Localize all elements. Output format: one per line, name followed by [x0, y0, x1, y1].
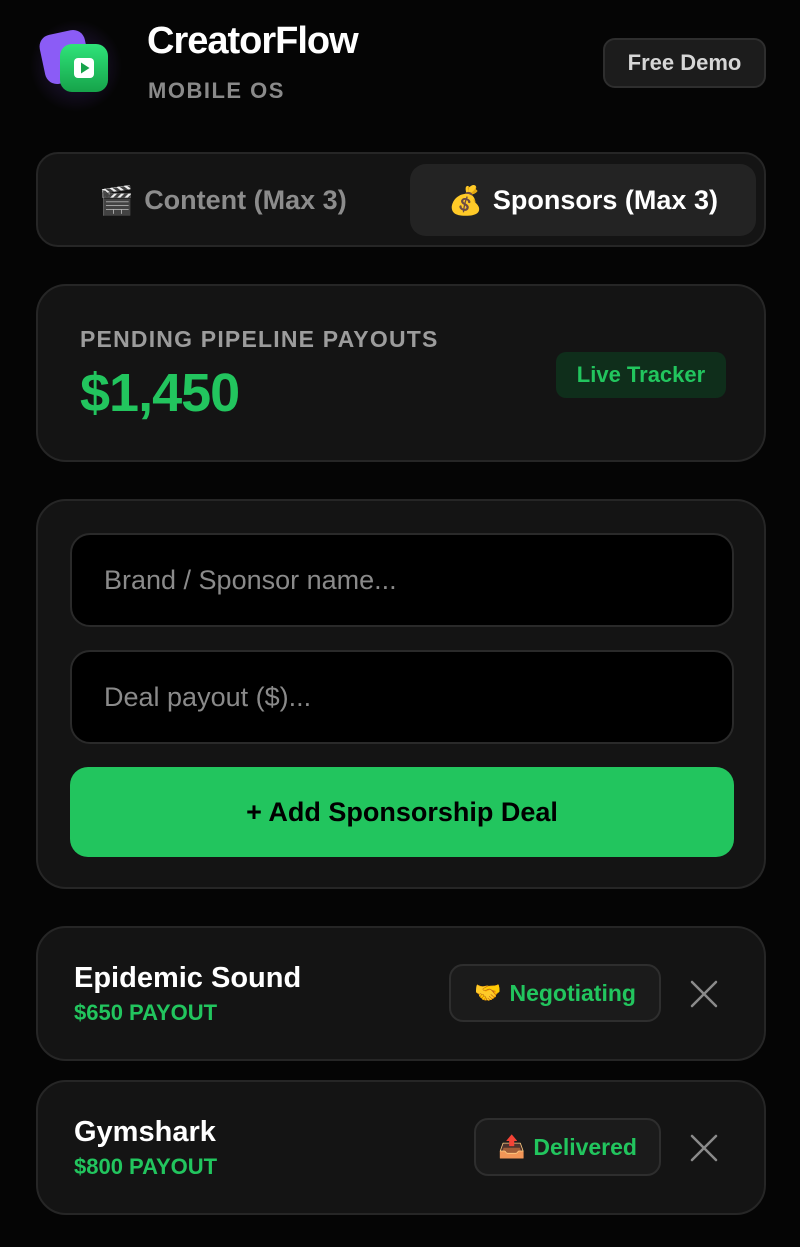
- close-icon[interactable]: [684, 974, 724, 1014]
- add-deal-form: + Add Sponsorship Deal: [36, 499, 766, 889]
- deal-status-button[interactable]: 📤 Delivered: [474, 1118, 661, 1176]
- tab-sponsors-label: Sponsors (Max 3): [492, 184, 718, 215]
- deal-row: Gymshark $800 PAYOUT 📤 Delivered: [36, 1080, 766, 1215]
- deal-payout: $800 PAYOUT: [74, 1154, 218, 1179]
- pending-payouts-card: PENDING PIPELINE PAYOUTS $1,450 Live Tra…: [36, 284, 766, 462]
- money-bag-icon: 💰: [448, 183, 483, 217]
- add-sponsorship-deal-button[interactable]: + Add Sponsorship Deal: [70, 767, 734, 857]
- tab-bar: 🎬 Content (Max 3) 💰 Sponsors (Max 3): [36, 152, 766, 247]
- deal-payout: $650 PAYOUT: [74, 1000, 218, 1025]
- outbox-tray-icon: 📤: [498, 1134, 526, 1160]
- handshake-icon: 🤝: [474, 980, 502, 1006]
- play-icon: [60, 44, 108, 92]
- live-tracker-badge: Live Tracker: [556, 352, 726, 398]
- clapperboard-icon: 🎬: [99, 183, 135, 217]
- tab-content-label: Content (Max 3): [144, 184, 347, 215]
- app-title: CreatorFlow: [147, 20, 359, 62]
- deal-name: Epidemic Sound: [74, 962, 302, 994]
- deal-status-label: Delivered: [533, 1133, 637, 1160]
- payouts-total: $1,450: [80, 363, 240, 423]
- app-logo: [26, 16, 126, 116]
- close-icon[interactable]: [684, 1128, 724, 1168]
- deal-payout-input[interactable]: [70, 650, 734, 744]
- deal-status-button[interactable]: 🤝 Negotiating: [449, 964, 661, 1022]
- app-screen: CreatorFlow MOBILE OS Free Demo 🎬 Conten…: [0, 0, 800, 1247]
- app-subtitle: MOBILE OS: [148, 78, 285, 103]
- deal-name: Gymshark: [74, 1116, 216, 1148]
- tab-content[interactable]: 🎬 Content (Max 3): [50, 164, 396, 236]
- payouts-label: PENDING PIPELINE PAYOUTS: [80, 326, 439, 352]
- deal-status-label: Negotiating: [509, 979, 636, 1006]
- brand-name-input[interactable]: [70, 533, 734, 627]
- free-demo-button[interactable]: Free Demo: [603, 38, 766, 88]
- deal-row: Epidemic Sound $650 PAYOUT 🤝 Negotiating: [36, 926, 766, 1061]
- tab-sponsors[interactable]: 💰 Sponsors (Max 3): [410, 164, 756, 236]
- header: CreatorFlow MOBILE OS Free Demo: [0, 0, 800, 130]
